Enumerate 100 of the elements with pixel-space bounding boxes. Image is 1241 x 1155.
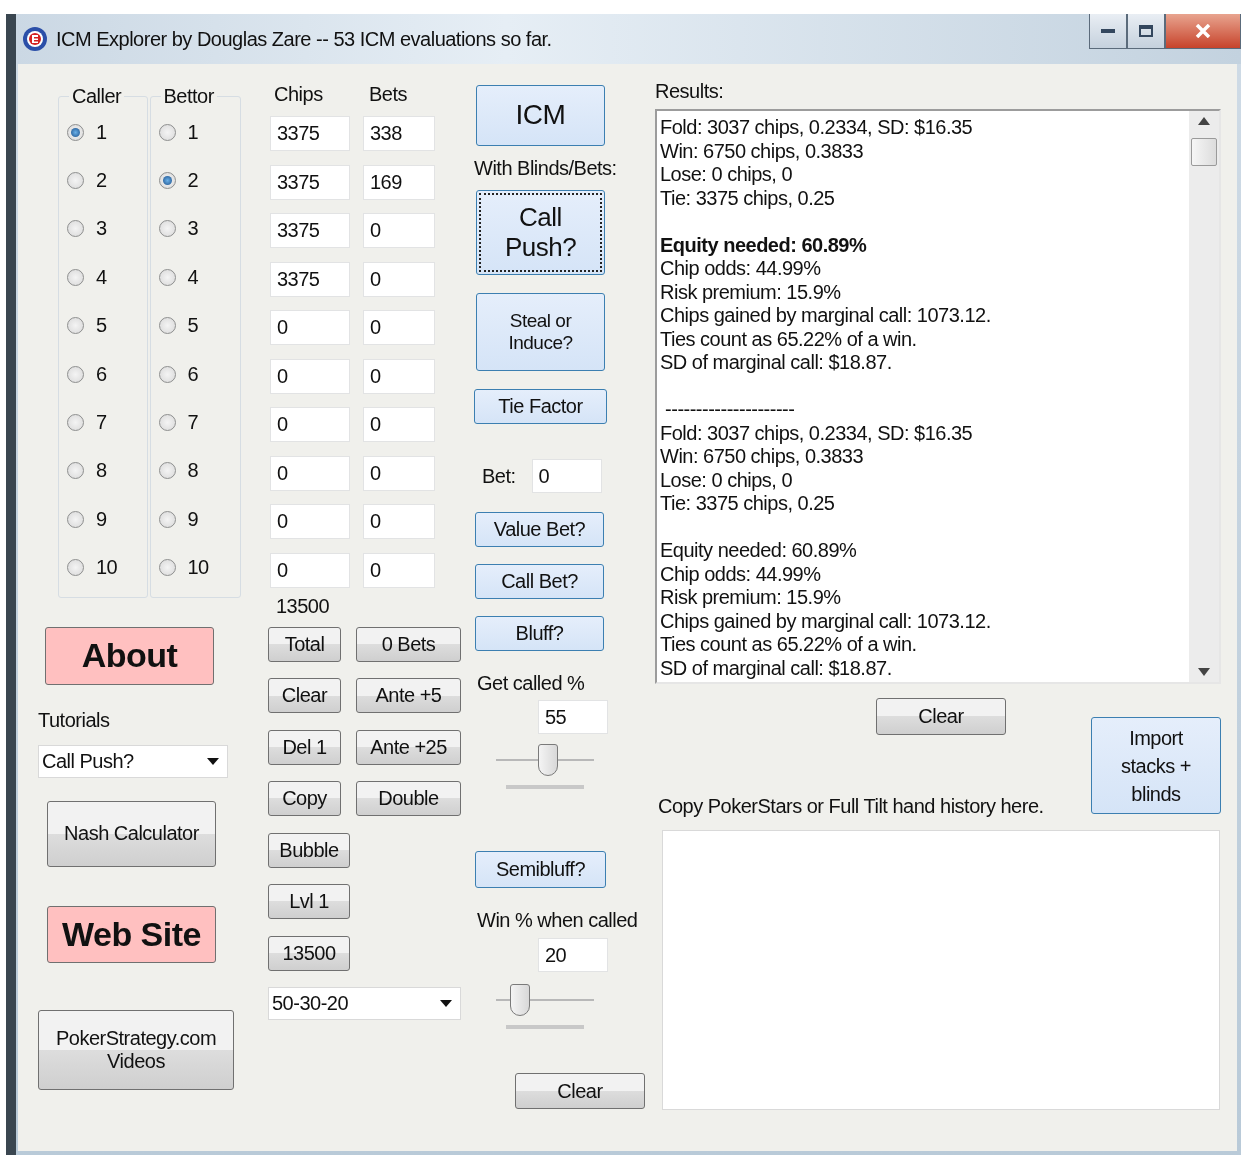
minimize-button[interactable] bbox=[1089, 14, 1127, 49]
radio-option[interactable]: 10 bbox=[158, 543, 240, 592]
radio-option[interactable]: 6 bbox=[67, 349, 147, 399]
icm-button[interactable]: ICM bbox=[476, 85, 605, 146]
stack-button[interactable]: 13500 bbox=[268, 935, 350, 971]
chips-field[interactable]: 0 bbox=[270, 310, 350, 345]
bet-field[interactable]: 338 bbox=[363, 116, 435, 151]
radio-option[interactable]: 2 bbox=[158, 156, 240, 205]
tutorials-dropdown[interactable]: Call Push? bbox=[38, 744, 228, 778]
radio-option[interactable]: 3 bbox=[67, 204, 147, 254]
stack-button[interactable]: Bubble bbox=[268, 832, 350, 868]
up-arrow-icon[interactable] bbox=[1198, 117, 1210, 125]
stack-button[interactable]: Clear bbox=[268, 678, 341, 713]
bet-field[interactable]: 0 bbox=[363, 455, 435, 491]
radio-circle[interactable] bbox=[67, 365, 84, 383]
chips-field[interactable]: 0 bbox=[270, 407, 350, 442]
slider-thumb[interactable] bbox=[509, 984, 530, 1016]
slider-thumb[interactable] bbox=[537, 744, 558, 776]
radio-option[interactable]: 2 bbox=[67, 156, 147, 205]
semibluff-button[interactable]: Semibluff? bbox=[475, 851, 606, 888]
stack-button[interactable]: Copy bbox=[268, 781, 341, 816]
stack-button[interactable]: Ante +5 bbox=[356, 678, 461, 713]
radio-option[interactable]: 1 bbox=[158, 108, 240, 157]
radio-circle[interactable] bbox=[158, 510, 176, 528]
chips-field[interactable]: 0 bbox=[270, 552, 350, 588]
call-bet-button[interactable]: Call Bet? bbox=[475, 564, 604, 599]
radio-circle[interactable] bbox=[158, 220, 176, 238]
bet-field[interactable]: 0 bbox=[363, 310, 435, 345]
radio-circle[interactable] bbox=[67, 172, 84, 190]
chips-field[interactable]: 3375 bbox=[270, 261, 350, 297]
bet-field[interactable]: 0 bbox=[363, 407, 435, 442]
import-button[interactable]: Import stacks + blinds bbox=[1091, 717, 1221, 814]
radio-circle[interactable] bbox=[67, 559, 84, 577]
radio-circle[interactable] bbox=[158, 317, 176, 335]
bet-field[interactable]: 0 bbox=[363, 358, 435, 394]
radio-circle[interactable] bbox=[158, 172, 176, 190]
chips-field[interactable]: 3375 bbox=[270, 116, 350, 151]
chips-field[interactable]: 0 bbox=[270, 358, 350, 394]
chips-field[interactable]: 0 bbox=[270, 504, 350, 539]
steal-button[interactable]: Steal or Induce? bbox=[476, 293, 605, 371]
radio-circle[interactable] bbox=[67, 414, 84, 432]
radio-option[interactable]: 4 bbox=[158, 253, 240, 302]
stack-button[interactable]: 0 Bets bbox=[356, 626, 461, 662]
stack-button[interactable]: Ante +25 bbox=[356, 729, 461, 765]
clear-button[interactable]: Clear bbox=[515, 1073, 645, 1109]
stack-button[interactable]: Del 1 bbox=[268, 729, 341, 765]
radio-option[interactable]: 1 bbox=[67, 108, 147, 157]
radio-circle[interactable] bbox=[67, 462, 84, 480]
radio-circle[interactable] bbox=[158, 559, 176, 577]
bet-field[interactable]: 0 bbox=[363, 213, 435, 248]
radio-option[interactable]: 9 bbox=[158, 495, 240, 544]
videos-button[interactable]: PokerStrategy.com Videos bbox=[38, 1009, 234, 1090]
bet-field[interactable]: 0 bbox=[363, 552, 435, 588]
radio-circle[interactable] bbox=[158, 123, 176, 141]
radio-option[interactable]: 10 bbox=[67, 543, 147, 592]
results-box[interactable] bbox=[655, 109, 1221, 684]
bet-field[interactable]: 169 bbox=[363, 164, 435, 200]
maximize-button[interactable] bbox=[1127, 14, 1165, 49]
percent-field[interactable]: 20 bbox=[538, 938, 608, 972]
call-push-button[interactable]: Call Push? bbox=[476, 190, 605, 275]
radio-option[interactable]: 9 bbox=[67, 495, 147, 544]
chips-field[interactable]: 3375 bbox=[270, 164, 350, 200]
scrollbar[interactable] bbox=[1189, 111, 1219, 682]
stack-button[interactable]: Lvl 1 bbox=[268, 884, 350, 919]
radio-option[interactable]: 4 bbox=[67, 253, 147, 302]
stack-button[interactable]: Double bbox=[356, 781, 461, 816]
radio-circle[interactable] bbox=[67, 268, 84, 286]
value-bet-button[interactable]: Value Bet? bbox=[475, 512, 604, 547]
radio-option[interactable]: 3 bbox=[158, 204, 240, 254]
radio-option[interactable]: 5 bbox=[67, 301, 147, 350]
radio-circle[interactable] bbox=[158, 365, 176, 383]
radio-circle[interactable] bbox=[67, 510, 84, 528]
radio-circle[interactable] bbox=[67, 220, 84, 238]
tie-factor-button[interactable]: Tie Factor bbox=[474, 389, 607, 424]
radio-option[interactable]: 7 bbox=[158, 398, 240, 447]
radio-circle[interactable] bbox=[158, 414, 176, 432]
radio-circle[interactable] bbox=[158, 462, 176, 480]
percent-field[interactable]: 55 bbox=[538, 700, 608, 734]
bluff-button[interactable]: Bluff? bbox=[475, 616, 604, 651]
bet-field[interactable]: 0 bbox=[531, 459, 602, 493]
about-button[interactable]: About bbox=[45, 626, 214, 685]
radio-circle[interactable] bbox=[67, 123, 84, 141]
radio-circle[interactable] bbox=[67, 317, 84, 335]
radio-circle[interactable] bbox=[158, 268, 176, 286]
down-arrow-icon[interactable] bbox=[1198, 668, 1210, 676]
website-button[interactable]: Web Site bbox=[47, 905, 216, 963]
radio-option[interactable]: 8 bbox=[158, 446, 240, 496]
chips-field[interactable]: 0 bbox=[270, 455, 350, 491]
bet-field[interactable]: 0 bbox=[363, 504, 435, 539]
stack-button[interactable]: Total bbox=[268, 626, 341, 662]
history-field[interactable] bbox=[662, 830, 1220, 1110]
radio-option[interactable]: 5 bbox=[158, 301, 240, 350]
close-button[interactable] bbox=[1165, 14, 1241, 49]
payout-dropdown[interactable]: 50-30-20 bbox=[268, 986, 461, 1020]
chips-field[interactable]: 3375 bbox=[270, 213, 350, 248]
bet-field[interactable]: 0 bbox=[363, 261, 435, 297]
nash-calculator-button[interactable]: Nash Calculator bbox=[47, 800, 216, 867]
radio-option[interactable]: 8 bbox=[67, 446, 147, 496]
scroll-thumb[interactable] bbox=[1191, 137, 1217, 166]
clear-button[interactable]: Clear bbox=[876, 698, 1006, 735]
